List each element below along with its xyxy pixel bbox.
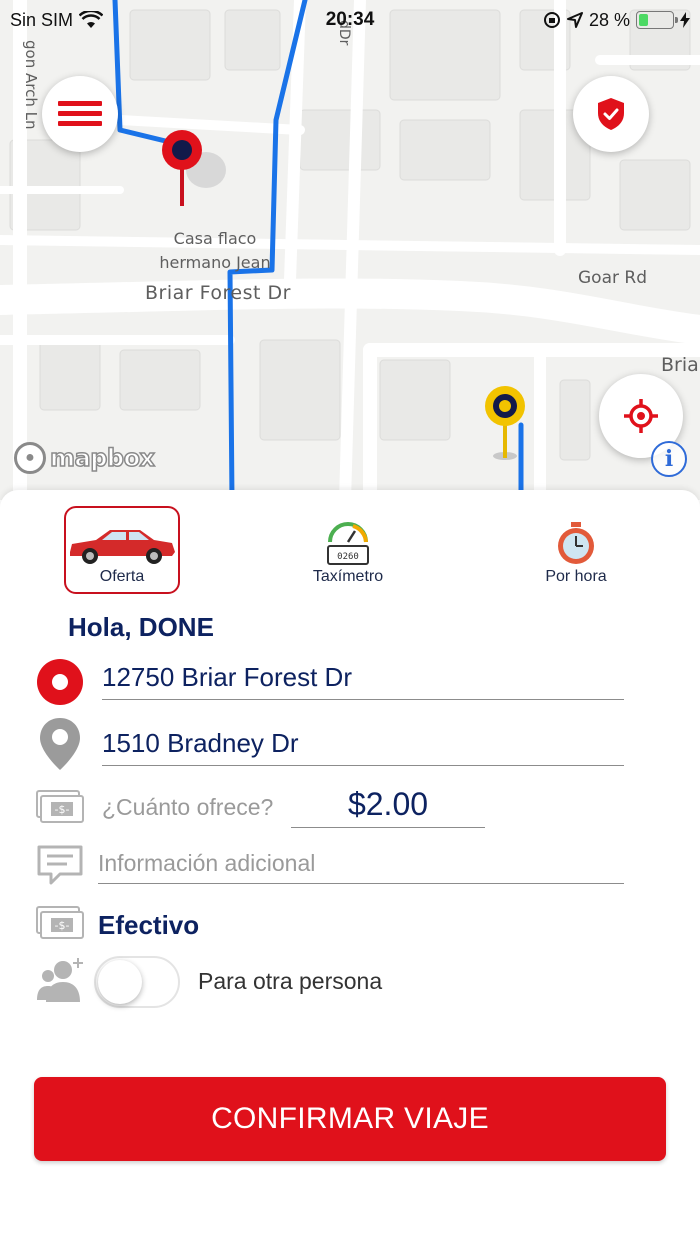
- mode-tab-por-hora[interactable]: Por hora: [518, 504, 634, 592]
- poi-label: Casa flaco hermano Jean: [150, 227, 280, 275]
- origin-pin-icon[interactable]: [158, 126, 228, 216]
- mode-tab-oferta[interactable]: Oferta: [64, 506, 180, 594]
- street-label-goar: Goar Rd: [578, 268, 647, 288]
- offer-amount-input[interactable]: $2.00: [291, 786, 485, 828]
- carrier-label: Sin SIM: [10, 9, 74, 30]
- offer-question-label: ¿Cuánto ofrece?: [102, 794, 274, 820]
- comment-icon: [37, 845, 83, 885]
- destination-pin-icon[interactable]: [481, 384, 531, 464]
- battery-percent: 28 %: [588, 9, 630, 30]
- payment-cash-icon: -$-: [36, 906, 84, 939]
- other-person-toggle[interactable]: [94, 956, 180, 1008]
- orientation-lock-icon: [543, 12, 560, 28]
- destination-address-field[interactable]: 1510 Bradney Dr: [102, 728, 624, 766]
- origin-marker-icon: [37, 659, 83, 705]
- svg-text:-$-: -$-: [55, 803, 70, 816]
- crosshair-icon: [624, 399, 658, 433]
- charging-bolt-icon: [680, 12, 690, 28]
- destination-marker-icon: [40, 718, 80, 770]
- mode-label-taximetro: Taxímetro: [312, 568, 384, 585]
- poi-label-line1: Casa flaco: [173, 229, 257, 248]
- menu-button[interactable]: [42, 76, 118, 152]
- street-label-briar-forest: Briar Forest Dr: [145, 282, 291, 304]
- confirm-trip-button[interactable]: CONFIRMAR VIAJE: [34, 1077, 666, 1161]
- shield-icon: [598, 98, 624, 130]
- street-label-briar-cut: Bria: [661, 354, 699, 376]
- origin-address-field[interactable]: 12750 Briar Forest Dr: [102, 662, 624, 700]
- mode-label-oferta: Oferta: [99, 568, 145, 585]
- mode-label-por-hora: Por hora: [545, 568, 607, 585]
- mapbox-text: mapbox: [49, 443, 156, 473]
- stopwatch-icon: [558, 522, 594, 564]
- map-background: [0, 0, 700, 500]
- hamburger-icon: [58, 101, 102, 126]
- other-person-label: Para otra persona: [198, 968, 383, 994]
- street-label-arch-ln: gon Arch Ln: [22, 40, 40, 130]
- mapbox-logo-icon: ●: [14, 442, 46, 474]
- wifi-icon: [79, 11, 104, 28]
- car-icon: [70, 530, 175, 564]
- additional-info-input[interactable]: [98, 850, 624, 884]
- trip-request-panel: Oferta 0260 Taxímetro Por hora Hola, DON: [0, 490, 700, 1244]
- svg-text:0260: 0260: [337, 552, 359, 562]
- mapbox-attribution[interactable]: ● mapbox: [14, 442, 156, 474]
- poi-label-line2: hermano Jean: [159, 253, 271, 272]
- add-person-icon: [37, 958, 83, 1002]
- payment-method-label[interactable]: Efectivo: [98, 910, 199, 941]
- mode-tab-taximetro[interactable]: 0260 Taxímetro: [290, 504, 406, 592]
- status-bar: Sin SIM 20:34 28 %: [0, 0, 700, 40]
- battery-icon: [636, 11, 678, 29]
- ride-mode-selector: Oferta 0260 Taxímetro Por hora: [0, 504, 700, 594]
- location-arrow-icon: [566, 12, 583, 28]
- battery-fill: [639, 14, 648, 26]
- safety-button[interactable]: [573, 76, 649, 152]
- cash-icon: -$-: [36, 790, 84, 823]
- greeting-text: Hola, DONE: [68, 612, 214, 642]
- toggle-knob: [98, 960, 142, 1004]
- map-info-button[interactable]: i: [651, 441, 687, 477]
- map-view[interactable]: Briar Forest Dr Goar Rd Bria gon Arch Ln…: [0, 0, 700, 500]
- taximeter-icon: 0260: [327, 522, 369, 565]
- svg-text:-$-: -$-: [55, 919, 70, 932]
